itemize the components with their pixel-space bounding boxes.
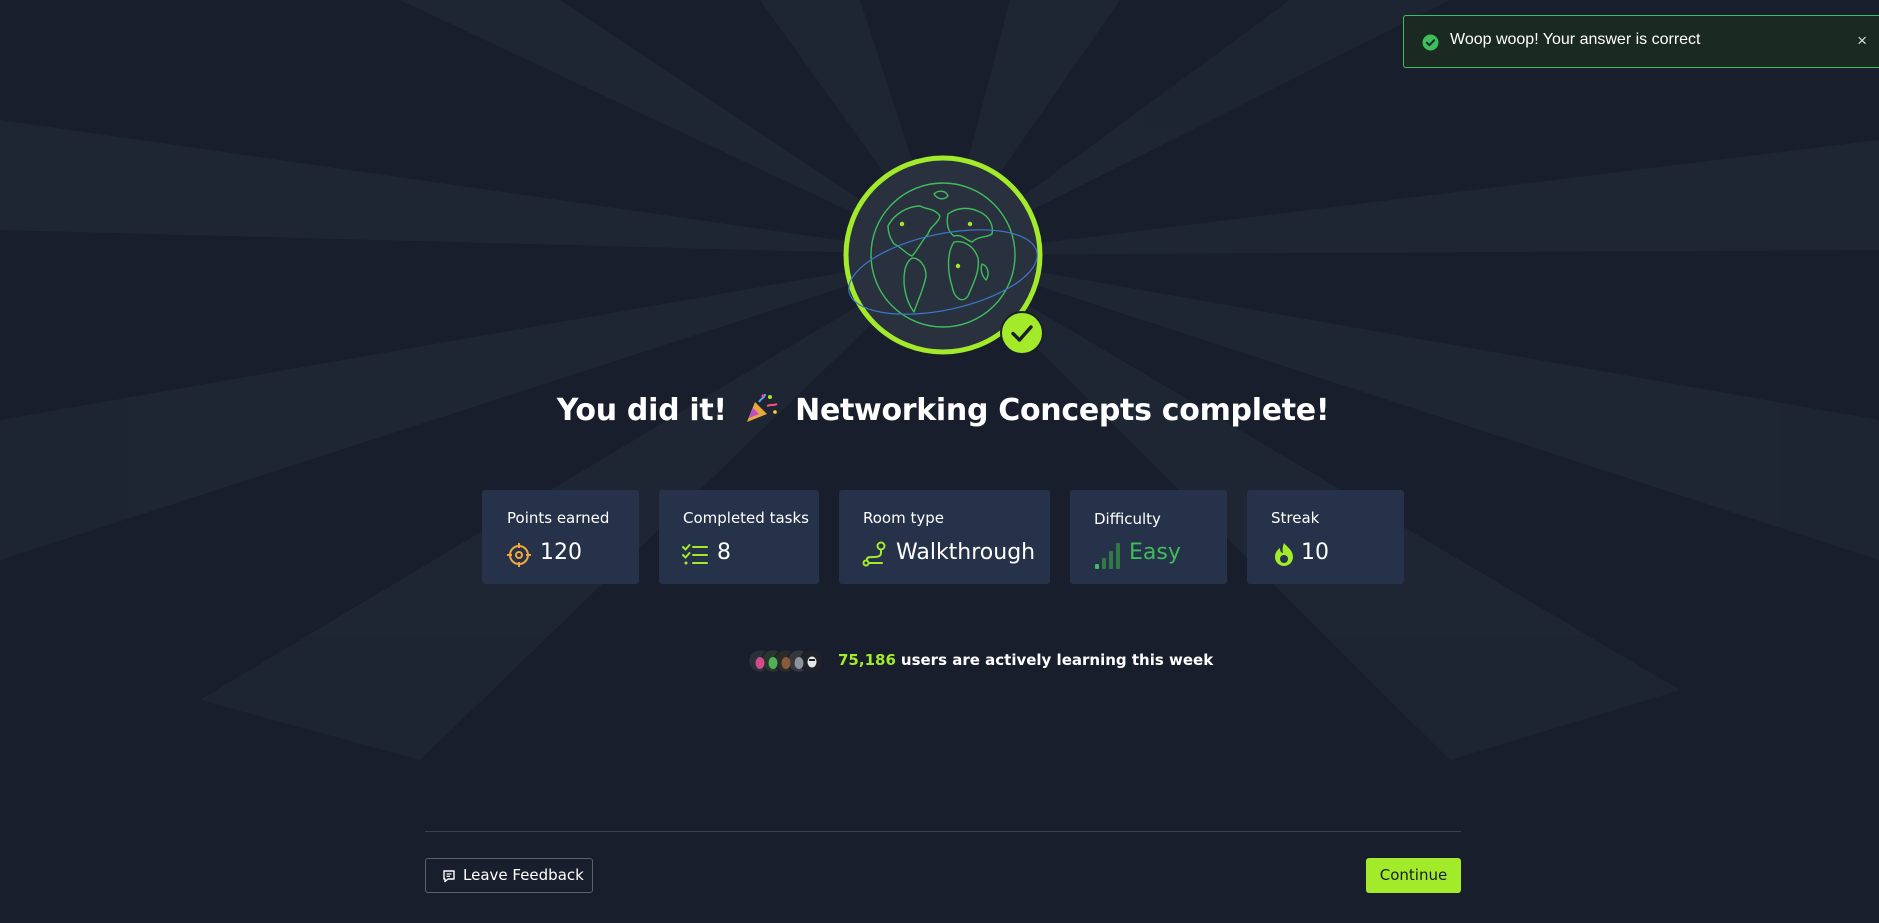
footer-divider [425, 831, 1461, 832]
difficulty-card: Difficulty Easy [1070, 490, 1227, 584]
user-avatars [747, 648, 825, 674]
success-toast: Woop woop! Your answer is correct × [1403, 15, 1879, 68]
room-type-value: Walkthrough [896, 540, 1036, 565]
headline-prefix: You did it! [556, 393, 727, 428]
continue-button[interactable]: Continue [1366, 858, 1461, 893]
tasks-card: Completed tasks 8 [659, 490, 819, 584]
signal-bars-icon [1095, 543, 1120, 569]
feedback-icon [443, 870, 455, 883]
toast-close-button[interactable]: × [1857, 31, 1867, 51]
room-type-label: Room type [863, 509, 944, 527]
check-circle-icon [1422, 34, 1439, 51]
room-type-card: Room type Walkthrough [839, 490, 1050, 584]
toast-message: Woop woop! Your answer is correct [1450, 31, 1701, 48]
leave-feedback-button[interactable]: Leave Feedback [425, 858, 593, 893]
party-popper-icon [746, 393, 778, 422]
route-icon [862, 541, 886, 567]
streak-value: 10 [1301, 540, 1329, 565]
active-users-label: users are actively learning this week [900, 651, 1214, 669]
target-icon [507, 543, 531, 567]
background-rays [0, 0, 1879, 760]
continue-label: Continue [1379, 866, 1448, 884]
difficulty-label: Difficulty [1094, 510, 1161, 528]
points-value: 120 [540, 540, 582, 565]
tasks-label: Completed tasks [683, 509, 809, 527]
completion-headline: You did it! Networking Concepts complete… [0, 392, 1879, 428]
streak-label: Streak [1271, 509, 1320, 527]
tasks-value: 8 [717, 540, 731, 565]
points-card: Points earned 120 [482, 490, 639, 584]
checklist-icon [682, 544, 708, 565]
active-users-count: 75,186 [838, 651, 896, 669]
points-label: Points earned [507, 509, 610, 527]
leave-feedback-label: Leave Feedback [463, 866, 584, 884]
difficulty-value: Easy [1129, 540, 1181, 565]
streak-card: Streak 10 [1247, 490, 1404, 584]
completion-screen: Woop woop! Your answer is correct × You … [0, 0, 1879, 923]
headline-suffix: Networking Concepts complete! [795, 393, 1330, 428]
active-users-text: 75,186 users are actively learning this w… [838, 651, 1213, 669]
checkmark-icon [1000, 311, 1044, 355]
flame-icon [1275, 543, 1293, 566]
